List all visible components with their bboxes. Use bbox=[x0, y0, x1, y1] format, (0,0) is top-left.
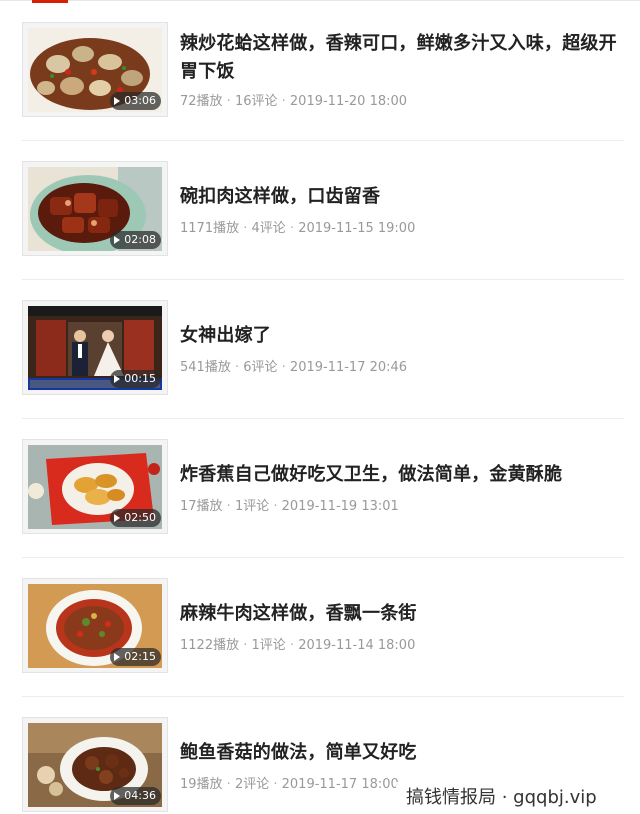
meta-separator: · bbox=[239, 638, 252, 653]
play-count: 17播放 bbox=[180, 499, 223, 514]
video-title[interactable]: 麻辣牛肉这样做，香飘一条街 bbox=[180, 600, 630, 628]
meta-separator: · bbox=[230, 360, 244, 375]
play-icon bbox=[114, 236, 121, 244]
video-list-page: 03:06 辣炒花蛤这样做，香辣可口，鲜嫩多汁又入味，超级开胃下饭 72播放 ·… bbox=[0, 0, 640, 814]
play-count: 541播放 bbox=[180, 360, 231, 375]
video-thumbnail[interactable]: 04:36 bbox=[22, 717, 168, 812]
meta-separator: · bbox=[277, 360, 290, 375]
comment-count: 16评论 bbox=[234, 94, 278, 109]
item-divider bbox=[22, 557, 624, 558]
video-list-item[interactable]: 02:15 麻辣牛肉这样做，香飘一条街 1122播放 · 1评论 · 2019-… bbox=[22, 578, 624, 674]
play-count: 72播放 bbox=[180, 94, 223, 109]
play-icon bbox=[114, 375, 121, 383]
meta-separator: · bbox=[269, 499, 282, 514]
publish-datetime: 2019-11-15 19:00 bbox=[298, 221, 416, 236]
duration-text: 02:50 bbox=[124, 511, 156, 524]
item-divider bbox=[22, 140, 624, 141]
comment-count: 2评论 bbox=[234, 777, 270, 792]
video-thumbnail[interactable]: 02:08 bbox=[22, 161, 168, 256]
video-thumbnail[interactable]: 02:15 bbox=[22, 578, 168, 673]
duration-text: 02:08 bbox=[124, 233, 156, 246]
comment-count: 1评论 bbox=[251, 638, 286, 653]
duration-badge: 02:50 bbox=[110, 509, 161, 527]
video-list-item[interactable]: 03:06 辣炒花蛤这样做，香辣可口，鲜嫩多汁又入味，超级开胃下饭 72播放 ·… bbox=[22, 22, 624, 118]
comment-count: 6评论 bbox=[243, 360, 278, 375]
video-thumbnail[interactable]: 03:06 bbox=[22, 22, 168, 117]
publish-datetime: 2019-11-17 18:00 bbox=[281, 777, 399, 792]
video-meta: 17播放 · 1评论 · 2019-11-19 13:01 bbox=[180, 495, 399, 514]
publish-datetime: 2019-11-14 18:00 bbox=[298, 638, 416, 653]
video-meta: 19播放 · 2评论 · 2019-11-17 18:00 bbox=[180, 773, 399, 792]
item-divider bbox=[22, 418, 624, 419]
duration-badge: 00:15 bbox=[110, 370, 161, 388]
meta-separator: · bbox=[285, 638, 299, 653]
publish-datetime: 2019-11-17 20:46 bbox=[289, 360, 408, 375]
play-icon bbox=[114, 97, 121, 105]
publish-datetime: 2019-11-20 18:00 bbox=[289, 94, 408, 109]
video-list-item[interactable]: 02:08 碗扣肉这样做，口齿留香 1171播放 · 4评论 · 2019-11… bbox=[22, 161, 624, 257]
active-tab-indicator bbox=[32, 0, 68, 3]
meta-separator: · bbox=[222, 94, 235, 109]
video-list-item[interactable]: 00:15 女神出嫁了 541播放 · 6评论 · 2019-11-17 20:… bbox=[22, 300, 624, 396]
meta-separator: · bbox=[277, 94, 290, 109]
duration-text: 03:06 bbox=[124, 94, 156, 107]
play-count: 1122播放 bbox=[180, 638, 240, 653]
video-title[interactable]: 炸香蕉自己做好吃又卫生，做法简单，金黄酥脆 bbox=[180, 461, 630, 489]
watermark-text: 搞钱情报局 · gqqbj.vip bbox=[396, 782, 607, 814]
duration-text: 00:15 bbox=[124, 372, 156, 385]
video-title[interactable]: 鲍鱼香菇的做法，简单又好吃 bbox=[180, 739, 630, 767]
duration-text: 02:15 bbox=[124, 650, 156, 663]
video-title[interactable]: 碗扣肉这样做，口齿留香 bbox=[180, 183, 630, 211]
comment-count: 1评论 bbox=[234, 499, 270, 514]
video-meta: 541播放 · 6评论 · 2019-11-17 20:46 bbox=[180, 356, 407, 375]
play-icon bbox=[114, 514, 121, 522]
video-list-item[interactable]: 02:50 炸香蕉自己做好吃又卫生，做法简单，金黄酥脆 17播放 · 1评论 ·… bbox=[22, 439, 624, 535]
meta-separator: · bbox=[269, 777, 282, 792]
duration-badge: 04:36 bbox=[110, 787, 161, 805]
item-divider bbox=[22, 696, 624, 697]
item-divider bbox=[22, 279, 624, 280]
publish-datetime: 2019-11-19 13:01 bbox=[281, 499, 399, 514]
duration-text: 04:36 bbox=[124, 789, 156, 802]
video-meta: 1171播放 · 4评论 · 2019-11-15 19:00 bbox=[180, 217, 415, 236]
video-thumbnail[interactable]: 00:15 bbox=[22, 300, 168, 395]
video-meta: 72播放 · 16评论 · 2019-11-20 18:00 bbox=[180, 90, 407, 109]
video-title[interactable]: 女神出嫁了 bbox=[180, 322, 630, 350]
duration-badge: 02:15 bbox=[110, 648, 161, 666]
meta-separator: · bbox=[222, 777, 235, 792]
play-icon bbox=[114, 792, 121, 800]
meta-separator: · bbox=[222, 499, 235, 514]
duration-badge: 03:06 bbox=[110, 92, 161, 110]
video-meta: 1122播放 · 1评论 · 2019-11-14 18:00 bbox=[180, 634, 415, 653]
comment-count: 4评论 bbox=[251, 221, 286, 236]
meta-separator: · bbox=[239, 221, 252, 236]
play-icon bbox=[114, 653, 121, 661]
video-thumbnail[interactable]: 02:50 bbox=[22, 439, 168, 534]
meta-separator: · bbox=[285, 221, 299, 236]
video-title[interactable]: 辣炒花蛤这样做，香辣可口，鲜嫩多汁又入味，超级开胃下饭 bbox=[180, 30, 630, 86]
play-count: 19播放 bbox=[180, 777, 223, 792]
top-border bbox=[0, 0, 640, 1]
duration-badge: 02:08 bbox=[110, 231, 161, 249]
play-count: 1171播放 bbox=[180, 221, 240, 236]
